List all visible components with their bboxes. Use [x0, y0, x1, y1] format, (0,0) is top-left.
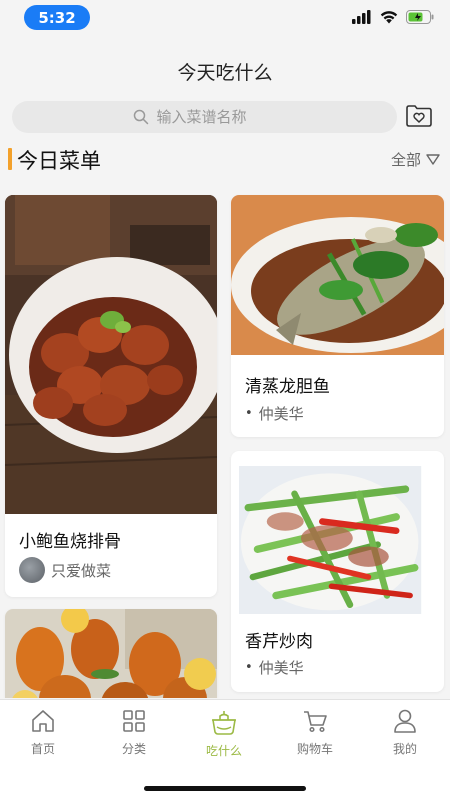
author-name: 仲美华: [258, 405, 304, 423]
tab-label: 首页: [30, 742, 55, 756]
battery-icon: [406, 10, 434, 24]
recipe-card[interactable]: [5, 609, 217, 698]
pot-icon: [212, 711, 236, 735]
search-input[interactable]: [156, 108, 277, 126]
tab-category[interactable]: 分类: [89, 708, 179, 757]
tab-label: 分类: [121, 742, 146, 756]
status-time: 5:32: [24, 5, 90, 30]
home-icon: [32, 710, 54, 732]
tab-cart[interactable]: 购物车: [270, 708, 360, 757]
user-icon: [394, 709, 416, 733]
recipe-author: • 仲美华: [245, 405, 304, 423]
recipe-feed[interactable]: 小鲍鱼烧排骨 只爱做菜 清蒸龙胆鱼 • 仲美华 香芹炒肉 • 仲美华: [0, 176, 450, 698]
search-bar[interactable]: [12, 101, 397, 133]
recipe-author: 只爱做菜: [19, 557, 111, 583]
tab-mine[interactable]: 我的: [360, 708, 450, 757]
home-indicator: [144, 786, 306, 791]
author-name: 只爱做菜: [51, 561, 112, 580]
recipe-card[interactable]: 香芹炒肉 • 仲美华: [231, 451, 444, 692]
tab-what-to-eat[interactable]: 吃什么: [179, 708, 269, 759]
filter-dropdown[interactable]: 全部: [391, 149, 440, 170]
recipe-card[interactable]: 清蒸龙胆鱼 • 仲美华: [231, 195, 444, 437]
section-header: 今日菜单 全部: [0, 143, 450, 175]
grid-icon: [123, 710, 145, 732]
section-accent-bar: [8, 148, 12, 170]
cart-icon: [304, 711, 327, 733]
recipe-title: 小鲍鱼烧排骨: [19, 532, 121, 552]
section-title: 今日菜单: [17, 149, 101, 173]
author-name: 仲美华: [258, 659, 304, 677]
avatar: [19, 557, 45, 583]
recipe-card[interactable]: 小鲍鱼烧排骨 只爱做菜: [5, 195, 217, 597]
triangle-down-icon: [426, 154, 440, 165]
tab-label: 吃什么: [205, 744, 242, 758]
status-bar: 5:32: [0, 0, 450, 40]
tab-label: 我的: [392, 742, 417, 756]
tab-label: 购物车: [296, 742, 333, 756]
tab-bar: 首页 分类 吃什么 购物车 我的: [0, 699, 450, 800]
recipe-image: [231, 195, 444, 355]
status-icons: [352, 10, 434, 24]
filter-label: 全部: [390, 151, 421, 169]
wifi-icon: [380, 11, 398, 24]
search-icon: [133, 109, 148, 125]
recipe-author: • 仲美华: [245, 659, 304, 677]
signal-icon: [352, 10, 371, 24]
recipe-title: 香芹炒肉: [245, 632, 313, 652]
page-title: 今天吃什么: [177, 62, 273, 84]
tab-home[interactable]: 首页: [0, 708, 88, 757]
recipe-image: [239, 466, 422, 614]
heart-folder-icon[interactable]: [405, 104, 433, 128]
recipe-image: [5, 195, 217, 514]
recipe-image: [5, 609, 217, 698]
recipe-title: 清蒸龙胆鱼: [245, 377, 330, 397]
